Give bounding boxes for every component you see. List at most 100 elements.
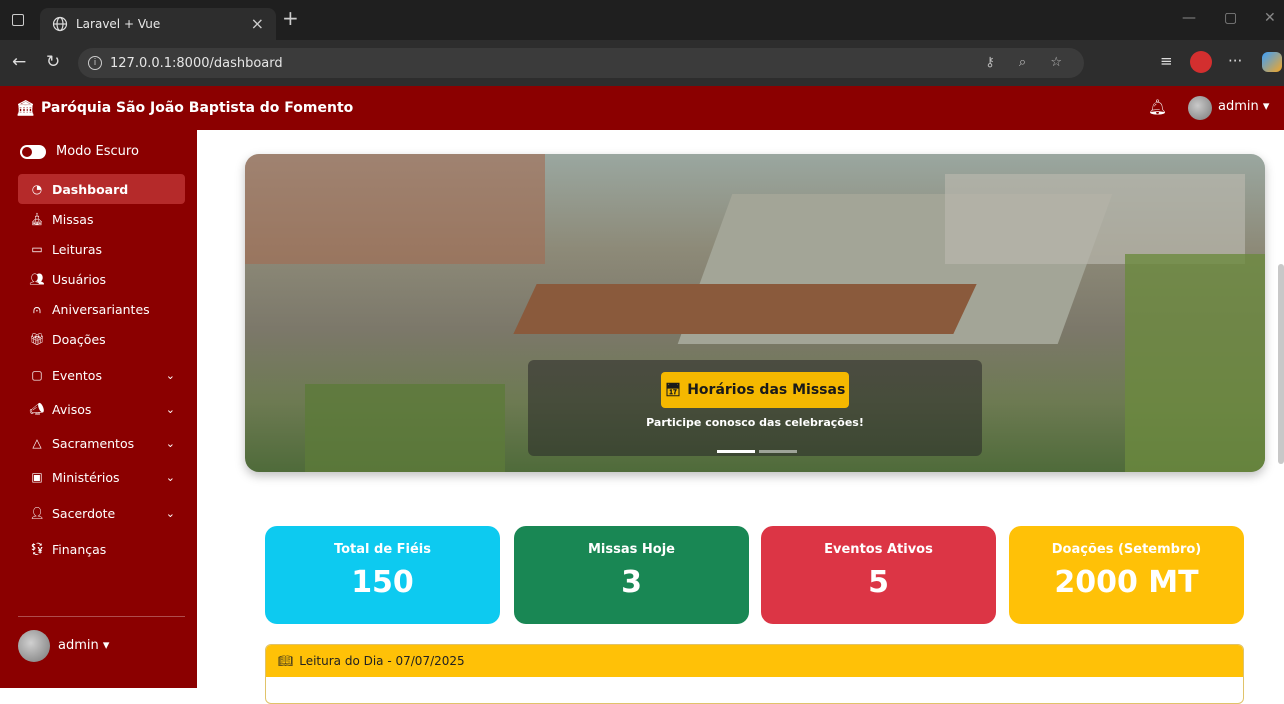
grass xyxy=(1125,254,1265,472)
money-icon: 💱︎ xyxy=(29,542,45,556)
sidebar-item-label: Sacerdote xyxy=(52,505,116,521)
sidebar: Modo Escuro ◔ Dashboard ⛪︎ Missas ▭ Leituras 👥… xyxy=(0,130,197,688)
avatar[interactable] xyxy=(18,630,50,662)
divider xyxy=(18,616,185,617)
stat-card-faithful: Total de Fiéis 150 xyxy=(265,526,500,624)
address-bar-actions[interactable]: ⚷ ⌕ ☆ xyxy=(985,55,1072,70)
more-icon[interactable]: ··· xyxy=(1228,52,1242,70)
carousel-indicator[interactable] xyxy=(717,450,755,453)
gauge-icon: ◔ xyxy=(31,182,43,196)
new-tab-icon[interactable]: + xyxy=(282,6,299,30)
church-side-roof xyxy=(513,284,977,334)
flame-icon: △ xyxy=(32,436,42,450)
bank-icon: 🏛 xyxy=(16,99,36,117)
brand[interactable]: 🏛 Paróquia São João Baptista do Fomento xyxy=(16,99,353,117)
stat-card-donations: Doações (Setembro) 2000 MT xyxy=(1009,526,1244,624)
stat-card-events: Eventos Ativos 5 xyxy=(761,526,996,624)
bell-icon[interactable]: 🔔︎ xyxy=(1148,98,1167,116)
sidebar-item-usuarios[interactable]: 👥︎ Usuários xyxy=(18,264,185,294)
gift-icon: 🎁︎ xyxy=(29,332,45,346)
stat-value: 2000 MT xyxy=(1054,565,1199,600)
chevron-down-icon: ⌄ xyxy=(165,402,175,416)
sidebar-item-sacramentos[interactable]: △ Sacramentos ⌄ xyxy=(18,428,185,458)
minimize-icon[interactable]: — xyxy=(1182,10,1196,26)
daily-reading-card: 📖︎ Leitura do Dia - 07/07/2025 xyxy=(265,644,1244,704)
copilot-icon[interactable] xyxy=(1262,52,1282,72)
sidebar-item-eventos[interactable]: ▢ Eventos ⌄ xyxy=(18,360,185,390)
carousel-indicator[interactable] xyxy=(759,450,797,453)
stat-value: 150 xyxy=(351,565,414,600)
info-icon[interactable]: i xyxy=(88,56,102,70)
close-icon[interactable]: × xyxy=(251,14,264,33)
sidebar-item-dashboard[interactable]: ◔ Dashboard xyxy=(18,174,185,204)
calendar-icon: 📅︎ xyxy=(664,382,682,398)
sidebar-item-label: Eventos xyxy=(52,367,102,383)
restore-icon[interactable]: ▢ xyxy=(1224,10,1237,26)
badge-icon: ▣ xyxy=(31,470,43,484)
chevron-down-icon: ⌄ xyxy=(165,368,175,382)
sidebar-item-label: Dashboard xyxy=(52,181,129,197)
app-navbar: 🏛 Paróquia São João Baptista do Fomento … xyxy=(0,86,1284,130)
sidebar-item-label: Leituras xyxy=(52,241,103,257)
book-open-icon: ▭ xyxy=(31,242,43,256)
mass-schedule-button[interactable]: 📅︎ Horários das Missas xyxy=(661,372,849,408)
stat-label: Total de Fiéis xyxy=(333,542,432,557)
buildings xyxy=(945,174,1245,264)
calendar-icon: ▢ xyxy=(31,368,43,382)
sidebar-item-label: Missas xyxy=(52,211,94,227)
toggle-switch[interactable] xyxy=(20,144,46,159)
sidebar-item-label: Doações xyxy=(52,331,106,347)
tab-actions-icon[interactable] xyxy=(12,14,24,26)
user-name: admin xyxy=(58,638,99,653)
dark-mode-toggle[interactable]: Modo Escuro xyxy=(20,144,139,159)
book-icon: 📖︎ xyxy=(278,654,294,668)
scrollbar[interactable] xyxy=(1278,264,1284,464)
user-menu[interactable]: admin ▾ xyxy=(1218,99,1269,114)
sidebar-item-label: Avisos xyxy=(52,401,92,417)
browser-tab[interactable]: Laravel + Vue × xyxy=(40,8,276,40)
stat-card-masses: Missas Hoje 3 xyxy=(514,526,749,624)
sidebar-item-ministerios[interactable]: ▣ Ministérios ⌄ xyxy=(18,462,185,492)
sidebar-user-menu[interactable]: admin ▾ xyxy=(58,638,109,653)
users-icon: 👥︎ xyxy=(29,272,45,286)
carousel-subtitle: Participe conosco das celebrações! xyxy=(646,416,864,429)
sidebar-item-label: Usuários xyxy=(52,271,107,287)
back-icon[interactable]: ← xyxy=(12,52,26,72)
stat-label: Missas Hoje xyxy=(588,542,675,557)
globe-icon xyxy=(52,16,68,32)
cake-icon: ⩀ xyxy=(32,301,42,316)
profile-icon[interactable] xyxy=(1190,51,1212,73)
houses xyxy=(245,154,545,264)
tab-title: Laravel + Vue xyxy=(76,17,161,31)
address-bar[interactable]: i 127.0.0.1:8000/dashboard ⚷ ⌕ ☆ xyxy=(78,48,1084,78)
megaphone-icon: 📣︎ xyxy=(29,402,45,416)
avatar[interactable] xyxy=(1188,96,1212,120)
sidebar-item-label: Aniversariantes xyxy=(52,301,150,317)
sidebar-item-financas[interactable]: 💱︎ Finanças xyxy=(18,534,185,564)
sidebar-item-missas[interactable]: ⛪︎ Missas xyxy=(18,204,185,234)
sidebar-item-sacerdote[interactable]: 👤︎ Sacerdote ⌄ xyxy=(18,498,185,528)
brand-name: Paróquia São João Baptista do Fomento xyxy=(41,100,354,116)
sidebar-item-doacoes[interactable]: 🎁︎ Doações xyxy=(18,324,185,354)
mass-schedule-label: Horários das Missas xyxy=(687,382,846,398)
dark-mode-label: Modo Escuro xyxy=(56,144,139,159)
reload-icon[interactable]: ↻ xyxy=(46,52,60,72)
garden xyxy=(305,384,505,472)
window-close-icon[interactable]: ✕ xyxy=(1264,10,1276,26)
sidebar-item-label: Ministérios xyxy=(52,469,120,485)
chevron-down-icon: ⌄ xyxy=(165,436,175,450)
stat-value: 5 xyxy=(868,565,889,600)
url-text: 127.0.0.1:8000/dashboard xyxy=(110,55,283,71)
stat-label: Eventos Ativos xyxy=(824,542,933,557)
church-icon: ⛪︎ xyxy=(29,212,45,226)
user-name: admin xyxy=(1218,99,1259,114)
sidebar-item-avisos[interactable]: 📣︎ Avisos ⌄ xyxy=(18,394,185,424)
sidebar-item-leituras[interactable]: ▭ Leituras xyxy=(18,234,185,264)
main-content: 📅︎ Horários das Missas Participe conosco… xyxy=(197,130,1284,704)
person-icon: 👤︎ xyxy=(29,506,45,520)
stat-label: Doações (Setembro) xyxy=(1051,542,1202,557)
favorites-icon[interactable]: ≡ xyxy=(1160,52,1173,70)
daily-reading-title: Leitura do Dia - 07/07/2025 xyxy=(299,654,465,668)
sidebar-item-aniversariantes[interactable]: ⩀ Aniversariantes xyxy=(18,294,185,324)
carousel-indicators[interactable] xyxy=(717,450,797,453)
